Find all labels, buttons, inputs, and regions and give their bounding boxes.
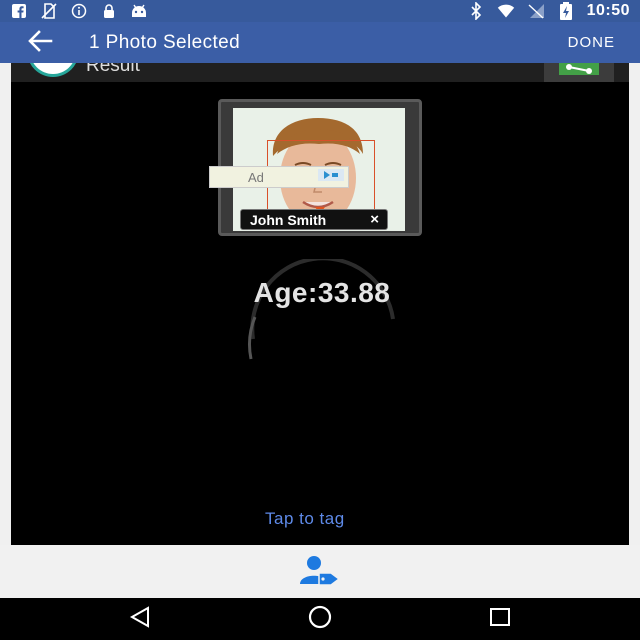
tag-user-icon (297, 555, 343, 590)
android-icon (130, 2, 148, 20)
back-button[interactable] (20, 28, 60, 58)
status-right-icons: 10:50 (467, 2, 630, 20)
result-header: Result (11, 63, 629, 82)
page-title: 1 Photo Selected (89, 32, 241, 53)
nav-recents-button[interactable] (480, 606, 520, 632)
ad-banner[interactable]: Ad (209, 166, 349, 188)
nav-recents-icon (488, 606, 512, 633)
tap-to-tag-link[interactable]: Tap to tag (265, 509, 345, 529)
nav-home-icon (307, 605, 333, 634)
system-nav-bar (0, 598, 640, 640)
age-result: Age:33.88 (253, 277, 391, 308)
nav-home-button[interactable] (300, 605, 340, 634)
status-bar: 10:50 (0, 0, 640, 22)
app-bar: 1 Photo Selected DONE (0, 22, 640, 63)
facebook-icon (10, 2, 28, 20)
ad-label: Ad (248, 170, 264, 185)
status-time: 10:50 (586, 2, 630, 19)
share-button[interactable] (544, 63, 614, 82)
nav-back-button[interactable] (120, 605, 160, 633)
no-sim-icon (40, 2, 58, 20)
bottom-action-bar (0, 545, 640, 598)
share-icon (555, 63, 603, 82)
battery-charging-icon (557, 2, 575, 20)
arrow-back-icon (27, 29, 53, 57)
remove-tag-button[interactable]: × (370, 211, 379, 228)
ad-choices-icon[interactable] (318, 169, 344, 181)
done-button[interactable]: DONE (568, 34, 615, 51)
no-signal-icon (527, 2, 545, 20)
wifi-icon (497, 2, 515, 20)
tag-name-label: John Smith (250, 211, 327, 228)
name-tag[interactable]: John Smith × (240, 209, 388, 230)
lock-icon (100, 2, 118, 20)
result-panel: Result Ad John Smith × Age:33.88 Tap to … (11, 63, 629, 545)
nav-back-icon (128, 605, 152, 633)
info-icon (70, 2, 88, 20)
bluetooth-icon (467, 2, 485, 20)
tag-user-button[interactable] (296, 555, 344, 589)
result-label: Result (86, 63, 140, 76)
result-avatar (27, 63, 79, 77)
status-left-icons (10, 2, 148, 20)
